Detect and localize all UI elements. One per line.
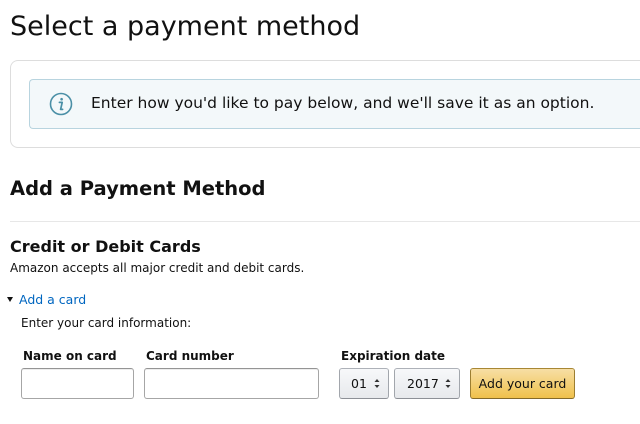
select-arrows-icon [445,379,451,388]
select-arrows-icon [374,379,380,388]
section-divider [10,221,640,222]
month-value: 01 [351,376,367,391]
cards-heading: Credit or Debit Cards [10,237,201,256]
expiration-date-label: Expiration date [341,349,446,363]
expiration-year-select[interactable]: 2017 [394,368,460,399]
enter-card-info-text: Enter your card information: [21,316,192,330]
card-number-label: Card number [146,349,234,363]
alert-message: Enter how you'd like to pay below, and w… [91,94,595,112]
payment-page: Select a payment method Enter how you'd … [0,0,640,424]
page-title: Select a payment method [10,11,361,42]
add-your-card-button[interactable]: Add your card [470,368,575,399]
add-card-link[interactable]: Add a card [7,292,86,307]
name-on-card-input[interactable] [21,368,134,399]
expiration-month-select[interactable]: 01 [339,368,389,399]
card-number-input[interactable] [144,368,319,399]
info-icon [49,92,73,116]
cards-description: Amazon accepts all major credit and debi… [10,261,305,275]
info-alert: Enter how you'd like to pay below, and w… [29,79,640,129]
section-heading: Add a Payment Method [10,177,266,200]
name-on-card-label: Name on card [23,349,117,363]
year-value: 2017 [407,376,439,391]
add-card-label: Add a card [19,292,87,307]
caret-down-icon [7,297,13,302]
